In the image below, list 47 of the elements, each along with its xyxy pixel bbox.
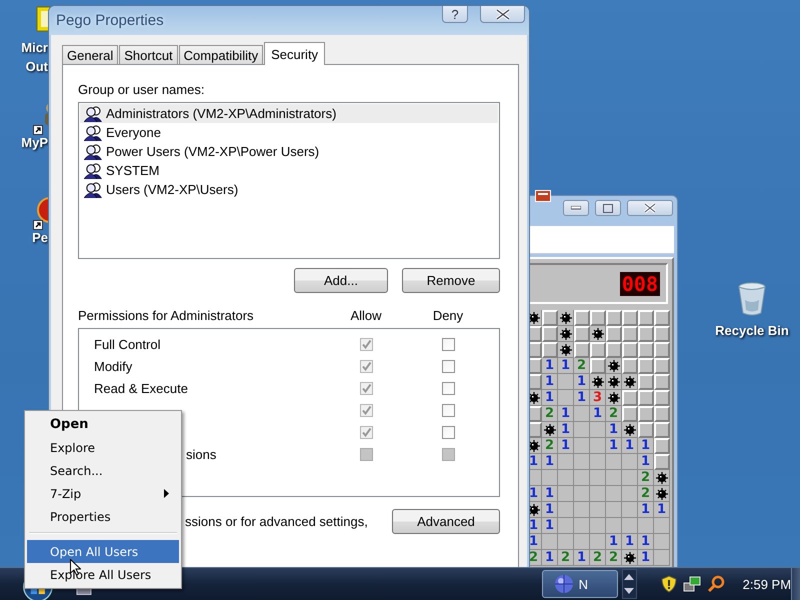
number-cell: 3	[590, 390, 606, 406]
number-cell: 2	[606, 550, 622, 566]
number-cell: 1	[638, 534, 654, 550]
permission-label: Full Control	[94, 336, 160, 352]
permission-label: sions	[186, 446, 216, 462]
permission-label: Read & Execute	[94, 380, 188, 396]
number-cell: 1	[638, 454, 654, 470]
number-cell: 1	[542, 518, 558, 534]
permission-label: Modify	[94, 358, 132, 374]
number-cell: 1	[590, 406, 606, 422]
column-header: Allow	[349, 308, 383, 323]
column-header: Deny	[432, 308, 464, 323]
mine-counter: 008	[620, 272, 660, 296]
number-cell: 1	[606, 422, 622, 438]
number-cell: 2	[542, 406, 558, 422]
number-cell: 1	[558, 358, 574, 374]
number-cell: 1	[558, 438, 574, 454]
number-cell: 2	[606, 406, 622, 422]
number-cell: 1	[638, 438, 654, 454]
number-cell: 2	[574, 358, 590, 374]
number-cell: 1	[638, 550, 654, 566]
number-cell: 1	[558, 422, 574, 438]
number-cell: 1	[542, 550, 558, 566]
number-cell: 1	[622, 438, 638, 454]
number-cell: 1	[638, 502, 654, 518]
number-cell: 1	[542, 358, 558, 374]
number-cell: 1	[654, 502, 670, 518]
number-cell: 1	[542, 454, 558, 470]
number-cell: 2	[558, 550, 574, 566]
number-cell: 1	[542, 502, 558, 518]
section-label: Permissions for Administrators	[78, 308, 255, 323]
number-cell: 1	[574, 374, 590, 390]
number-cell: 1	[606, 438, 622, 454]
number-cell: 1	[606, 534, 622, 550]
number-cell: 1	[574, 550, 590, 566]
number-cell: 2	[638, 470, 654, 486]
number-cell: 1	[542, 486, 558, 502]
section-label: Group or user names:	[78, 82, 206, 97]
number-cell: 1	[574, 390, 590, 406]
number-cell: 2	[542, 438, 558, 454]
number-cell: 1	[622, 534, 638, 550]
window-title: Pego Properties	[56, 12, 164, 29]
number-cell: 1	[558, 406, 574, 422]
number-cell: 1	[542, 390, 558, 406]
number-cell: 2	[590, 550, 606, 566]
number-cell: 2	[638, 486, 654, 502]
number-cell: 1	[542, 374, 558, 390]
